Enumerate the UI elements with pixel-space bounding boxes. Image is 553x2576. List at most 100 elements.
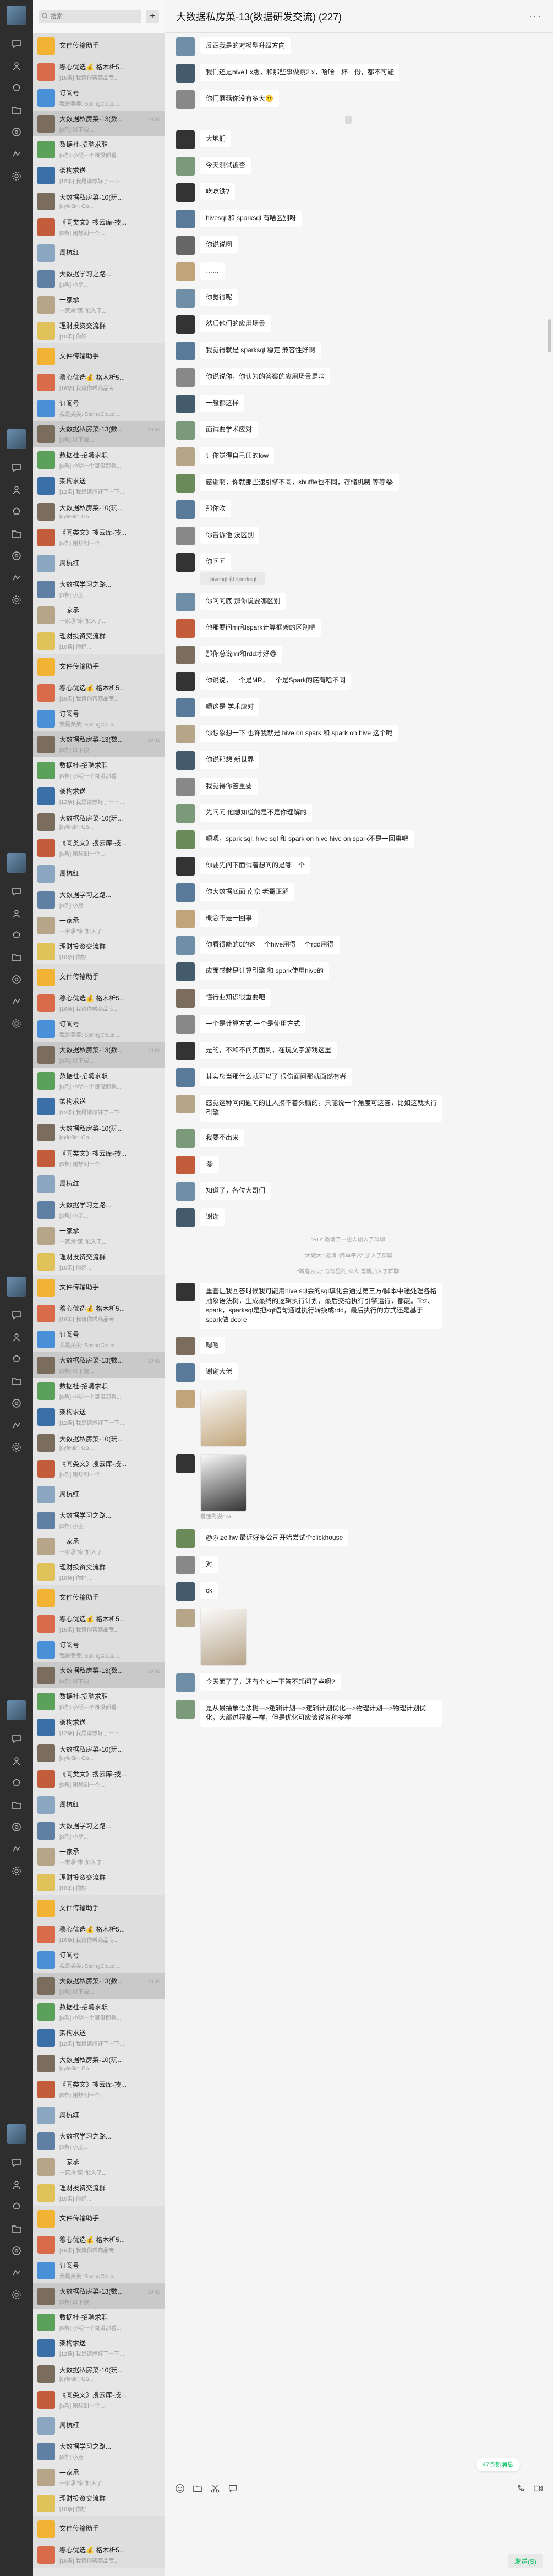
- chat-list-item[interactable]: 周杭红: [33, 1792, 165, 1818]
- avatar[interactable]: [176, 368, 195, 387]
- avatar[interactable]: [176, 210, 195, 228]
- chat-list-item[interactable]: 数据社-招聘求职 [6条] 小明一个哥没都看...: [33, 757, 165, 783]
- avatar[interactable]: [176, 421, 195, 440]
- chat-icon[interactable]: [0, 880, 33, 903]
- chat-list-item[interactable]: 大数据学习之路... [3条] 小朋...: [33, 1818, 165, 1844]
- avatar[interactable]: [176, 157, 195, 176]
- message-bubble[interactable]: 你问问: [200, 553, 232, 571]
- chat-list-item[interactable]: 订阅号 我是美美: SpringCloud...: [33, 705, 165, 731]
- message-bubble[interactable]: 那你吹: [200, 500, 232, 518]
- chat-list-item[interactable]: 架构求送 [12条] 我是请想好了一下...: [33, 162, 165, 188]
- chat-list-item[interactable]: 大数据私房菜-10(玩... [cyfe6in: Go...: [33, 2050, 165, 2076]
- chat-list-item[interactable]: 数据社-招聘求职 [6条] 小明一个哥没都看...: [33, 1688, 165, 1714]
- avatar[interactable]: [176, 646, 195, 665]
- avatar[interactable]: [176, 289, 195, 308]
- avatar[interactable]: [176, 1042, 195, 1061]
- chat-list-item[interactable]: 周杭红: [33, 1481, 165, 1507]
- avatar[interactable]: [176, 804, 195, 823]
- message-bubble[interactable]: 今天面了了，还有个!cl一下答不起问了些嗯?: [200, 1673, 341, 1691]
- chat-list-item[interactable]: 大数据私房菜-10(玩... [cyfe6in: Go...: [33, 809, 165, 835]
- chat-list-item[interactable]: 数据社-招聘求职 [6条] 小明一个哥没都看...: [33, 1999, 165, 2025]
- avatar[interactable]: [7, 1700, 26, 1720]
- message-bubble[interactable]: 你说说啊: [200, 236, 238, 254]
- contacts-icon[interactable]: [0, 903, 33, 925]
- message-bubble[interactable]: ck: [200, 1582, 218, 1600]
- files-icon[interactable]: [0, 947, 33, 969]
- avatar[interactable]: [176, 315, 195, 334]
- avatar[interactable]: [176, 183, 195, 202]
- avatar[interactable]: [176, 936, 195, 955]
- chat-list-item[interactable]: 一家承 一家承"家"加入了...: [33, 2154, 165, 2180]
- message-bubble[interactable]: 反正我是的对模型升级方向: [200, 37, 291, 55]
- message-bubble[interactable]: 是从最抽象语法树—>逻辑计划—>逻辑计划优化—>物理计划—>物理计划优化，大部过…: [200, 1699, 442, 1727]
- chat-list-item[interactable]: 大数据学习之路... [3条] 小朋...: [33, 887, 165, 912]
- favorites-icon[interactable]: [0, 2196, 33, 2218]
- chat-list-item[interactable]: 理财投资交流群 [10条] 你好...: [33, 1249, 165, 1275]
- chat-list-item[interactable]: 大数据学习之路... [3条] 小朋...: [33, 576, 165, 602]
- chat-list-item[interactable]: 文件传输助手: [33, 343, 165, 369]
- files-icon[interactable]: [0, 2218, 33, 2240]
- avatar[interactable]: [176, 725, 195, 744]
- chat-list-item[interactable]: 数据社-招聘求职 [6条] 小明一个哥没都看...: [33, 136, 165, 162]
- avatar[interactable]: [176, 1582, 195, 1601]
- avatar[interactable]: [7, 6, 26, 25]
- message-bubble[interactable]: 吃吃铁?: [200, 183, 235, 201]
- chat-list-item[interactable]: 《同类文》搜云库-技... [5条] 刚想到一个...: [33, 1456, 165, 1481]
- chat-list-item[interactable]: 订阅号 我是美美: SpringCloud...: [33, 1947, 165, 1973]
- chat-list-item[interactable]: 理财投资交流群 [10条] 你好...: [33, 2180, 165, 2206]
- chat-list-item[interactable]: 《同类文》搜云库-技... [5条] 刚想到一个...: [33, 835, 165, 861]
- favorites-icon[interactable]: [0, 1348, 33, 1370]
- chat-list-item[interactable]: 理财投资交流群 [10条] 你好...: [33, 628, 165, 654]
- chat-list-item[interactable]: 订阅号 我是美美: SpringCloud...: [33, 1637, 165, 1662]
- channels-icon[interactable]: [0, 2262, 33, 2284]
- files-icon[interactable]: [0, 99, 33, 121]
- message-bubble[interactable]: 你说那想 新世界: [200, 751, 260, 769]
- chat-list-item[interactable]: 一家承 一家承"家"加入了...: [33, 292, 165, 318]
- avatar[interactable]: [176, 778, 195, 797]
- message-bubble[interactable]: 谢谢: [200, 1208, 225, 1226]
- chat-list-item[interactable]: 一家承 一家承"家"加入了...: [33, 2464, 165, 2490]
- channels-icon[interactable]: [0, 991, 33, 1013]
- avatar[interactable]: [176, 1363, 195, 1382]
- avatar[interactable]: [176, 1699, 195, 1719]
- quoted-message[interactable]: ：hivesql 和 sparksql...: [200, 572, 266, 586]
- message-bubble[interactable]: 你问问底 那你说要哪区别: [200, 593, 286, 610]
- avatar[interactable]: [176, 474, 195, 493]
- moments-icon[interactable]: [0, 121, 33, 143]
- image-message[interactable]: [200, 1454, 247, 1512]
- settings-icon[interactable]: [0, 1860, 33, 1882]
- emoji-icon[interactable]: [175, 2484, 185, 2496]
- message-bubble[interactable]: ……: [200, 262, 225, 280]
- chat-list-item[interactable]: 理财投资交流群 [10条] 你好...: [33, 318, 165, 343]
- message-bubble[interactable]: @◎ ≥e hw 最近好多公司开始尝试个clickhouse: [200, 1529, 349, 1547]
- chat-list-item[interactable]: 文件传输助手: [33, 33, 165, 59]
- chat-list-item[interactable]: 文件传输助手: [33, 2206, 165, 2232]
- avatar[interactable]: [176, 342, 195, 360]
- message-bubble[interactable]: 面试要学术应对: [200, 421, 258, 439]
- chat-list-item[interactable]: 穆心优选💰 格木析5... [16条] 我请你帮商品专...: [33, 1611, 165, 1637]
- avatar[interactable]: [176, 883, 195, 903]
- image-message[interactable]: [200, 1608, 247, 1666]
- message-bubble[interactable]: 我觉得你答重要: [200, 778, 258, 795]
- add-chat-button[interactable]: +: [146, 10, 159, 23]
- avatar[interactable]: [176, 1454, 195, 1473]
- avatar[interactable]: [176, 1389, 195, 1408]
- chat-list-item[interactable]: 大数据学习之路... [3条] 小朋...: [33, 1507, 165, 1533]
- chat-list-item[interactable]: 大数据私房菜-10(玩... [cyfe6in: Go...: [33, 1740, 165, 1766]
- chat-list-item[interactable]: 数据社-招聘求职 [6条] 小明一个哥没都看...: [33, 1378, 165, 1404]
- message-bubble[interactable]: 你说说，一个是MR，一个是Spark的底有啥不同: [200, 672, 352, 690]
- message-bubble[interactable]: 我们还是hive1.x版，和那些事做跳2.x，哈哈一杯一份，都不可能: [200, 64, 400, 81]
- chat-list-item[interactable]: 理财投资交流群 [10条] 你好...: [33, 1559, 165, 1585]
- message-bubble[interactable]: 你们蘑菇你没有多大🙂: [200, 90, 279, 108]
- chat-list-item[interactable]: 数据社-招聘求职 [6条] 小明一个哥没都看...: [33, 1068, 165, 1093]
- chat-list-item[interactable]: 周杭红: [33, 240, 165, 266]
- chat-list-item[interactable]: 架构求送 [12条] 我是请想好了一下...: [33, 1714, 165, 1740]
- chat-list-item[interactable]: 订阅号 我是美美: SpringCloud...: [33, 1016, 165, 1042]
- chat-list-item[interactable]: 架构求送 [12条] 我是请想好了一下...: [33, 2335, 165, 2361]
- chat-list-item[interactable]: 大数据学习之路... [3条] 小朋...: [33, 2128, 165, 2154]
- contacts-icon[interactable]: [0, 55, 33, 77]
- avatar[interactable]: [176, 1608, 195, 1627]
- message-bubble[interactable]: 我要不出来: [200, 1129, 245, 1147]
- avatar[interactable]: [176, 989, 195, 1008]
- chat-list-item[interactable]: 穆心优选💰 格木析5... [16条] 我请你帮商品专...: [33, 369, 165, 395]
